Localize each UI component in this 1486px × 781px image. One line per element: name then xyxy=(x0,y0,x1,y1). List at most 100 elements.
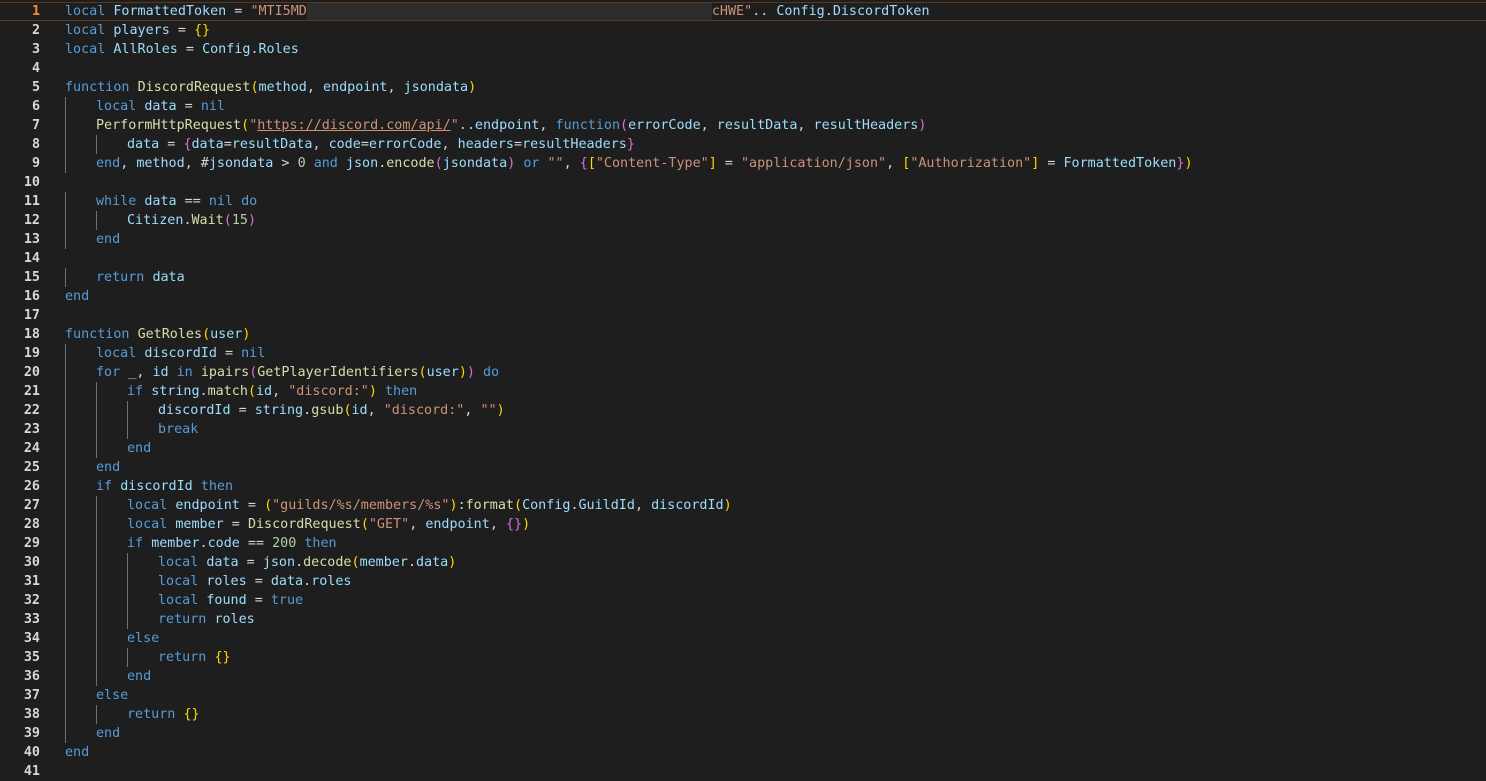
code-line[interactable]: 37 else xyxy=(0,686,1486,705)
code-line[interactable]: 22 discordId = string.gsub(id, "discord:"… xyxy=(0,401,1486,420)
code-line[interactable]: 41 xyxy=(0,762,1486,781)
line-number: 38 xyxy=(23,707,40,722)
code-token: Wait xyxy=(191,213,224,228)
code-line[interactable]: 6 local data = nil xyxy=(0,97,1486,116)
code-line[interactable]: 16 end xyxy=(0,287,1486,306)
indent-guide xyxy=(96,667,97,686)
code-token: FormattedToken xyxy=(113,4,227,19)
code-line[interactable]: 36 end xyxy=(0,667,1486,686)
code-token: "Content-Type" xyxy=(595,156,709,171)
code-token: {} xyxy=(214,650,231,665)
code-line[interactable]: 34 else xyxy=(0,629,1486,648)
code-token: ( xyxy=(418,365,427,380)
code-token: DiscordToken xyxy=(832,4,930,19)
code-token: ) xyxy=(242,327,251,342)
code-line[interactable]: 26 if discordId then xyxy=(0,477,1486,496)
code-line[interactable]: 27 local endpoint = ("guilds/%s/members/%… xyxy=(0,496,1486,515)
code-token: } xyxy=(626,137,635,152)
code-line[interactable]: 33 return roles xyxy=(0,610,1486,629)
code-text: function GetRoles(user) xyxy=(65,325,250,344)
code-token: "Authorization" xyxy=(910,156,1032,171)
code-line[interactable]: 9 end, method, #jsondata > 0 and json.enc… xyxy=(0,154,1486,173)
code-token: else xyxy=(96,688,129,703)
code-line[interactable]: 8 data = {data=resultData, code=errorCode… xyxy=(0,135,1486,154)
code-line[interactable]: 19 local discordId = nil xyxy=(0,344,1486,363)
code-text: data = {data=resultData, code=errorCode,… xyxy=(127,135,635,154)
line-number: 40 xyxy=(23,745,40,760)
code-line[interactable]: 4 xyxy=(0,59,1486,78)
code-text: Citizen.Wait(15) xyxy=(127,211,256,230)
code-line[interactable]: 35 return {} xyxy=(0,648,1486,667)
code-token: string xyxy=(254,403,304,418)
code-line[interactable]: 17 xyxy=(0,306,1486,325)
code-token: Citizen xyxy=(127,213,184,228)
code-token: . xyxy=(295,555,304,570)
code-token: data xyxy=(270,574,304,589)
code-token: end xyxy=(127,669,152,684)
code-token: roles xyxy=(214,612,255,627)
code-line[interactable]: 39 end xyxy=(0,724,1486,743)
line-number: 22 xyxy=(23,403,40,418)
line-number: 16 xyxy=(23,289,40,304)
code-token: discordId xyxy=(158,403,231,418)
code-token: break xyxy=(158,422,199,437)
code-line[interactable]: 5 function DiscordRequest(method, endpoin… xyxy=(0,78,1486,97)
code-token: {} xyxy=(505,517,523,532)
code-token: jsondata xyxy=(208,156,274,171)
code-token: . xyxy=(250,42,259,57)
line-number: 28 xyxy=(23,517,40,532)
code-line[interactable]: 11 while data == nil do xyxy=(0,192,1486,211)
code-line[interactable]: 23 break xyxy=(0,420,1486,439)
code-token: local xyxy=(96,346,137,361)
code-token: 15 xyxy=(231,213,248,228)
code-line[interactable]: 10 xyxy=(0,173,1486,192)
code-line[interactable]: 18 function GetRoles(user) xyxy=(0,325,1486,344)
indent-guide xyxy=(96,591,97,610)
code-token: end xyxy=(127,441,152,456)
code-token: ( xyxy=(250,80,259,95)
line-number: 24 xyxy=(23,441,40,456)
code-line[interactable]: 2 local players = {} xyxy=(0,21,1486,40)
code-line[interactable]: 38 return {} xyxy=(0,705,1486,724)
code-line[interactable]: 1 local FormattedToken = "MTI5MDxxxxxxxxx… xyxy=(0,2,1486,21)
code-line[interactable]: 21 if string.match(id, "discord:") then xyxy=(0,382,1486,401)
code-line[interactable]: 3 local AllRoles = Config.Roles xyxy=(0,40,1486,59)
code-line[interactable]: 28 local member = DiscordRequest("GET", e… xyxy=(0,515,1486,534)
code-line[interactable]: 12 Citizen.Wait(15) xyxy=(0,211,1486,230)
code-line[interactable]: 31 local roles = data.roles xyxy=(0,572,1486,591)
code-line[interactable]: 32 local found = true xyxy=(0,591,1486,610)
code-token: match xyxy=(207,384,248,399)
code-editor[interactable]: 1 local FormattedToken = "MTI5MDxxxxxxxxx… xyxy=(0,0,1486,780)
indent-guide xyxy=(96,439,97,458)
code-line[interactable]: 24 end xyxy=(0,439,1486,458)
code-token: = xyxy=(226,4,251,19)
redacted-token: xxxxxxxxxxxxxxxxxxxxxxxxxxxxxxxxxxxxxxxx… xyxy=(306,3,712,20)
indent-guide xyxy=(65,610,66,629)
code-line[interactable]: 25 end xyxy=(0,458,1486,477)
code-token: data xyxy=(206,555,239,570)
code-token: or xyxy=(523,156,540,171)
code-token: local xyxy=(158,574,199,589)
indent-guide xyxy=(96,534,97,553)
code-token: ) xyxy=(458,365,467,380)
code-line[interactable]: 14 xyxy=(0,249,1486,268)
code-token: ) xyxy=(496,403,505,418)
indent-guide xyxy=(65,97,66,116)
code-line[interactable]: 15 return data xyxy=(0,268,1486,287)
code-text: while data == nil do xyxy=(96,192,257,211)
indent-guide xyxy=(65,344,66,363)
code-token: for xyxy=(96,365,121,380)
code-token: errorCode xyxy=(628,118,701,133)
code-token: resultData xyxy=(716,118,798,133)
code-text: end xyxy=(96,724,120,743)
code-line[interactable]: 13 end xyxy=(0,230,1486,249)
code-line[interactable]: 30 local data = json.decode(member.data) xyxy=(0,553,1486,572)
code-line[interactable]: 40 end xyxy=(0,743,1486,762)
code-line[interactable]: 29 if member.code == 200 then xyxy=(0,534,1486,553)
code-line[interactable]: 7 PerformHttpRequest("https://discord.com… xyxy=(0,116,1486,135)
code-line[interactable]: 20 for _, id in ipairs(GetPlayerIdentifie… xyxy=(0,363,1486,382)
indent-guide xyxy=(65,154,66,173)
code-token: , xyxy=(489,517,506,532)
